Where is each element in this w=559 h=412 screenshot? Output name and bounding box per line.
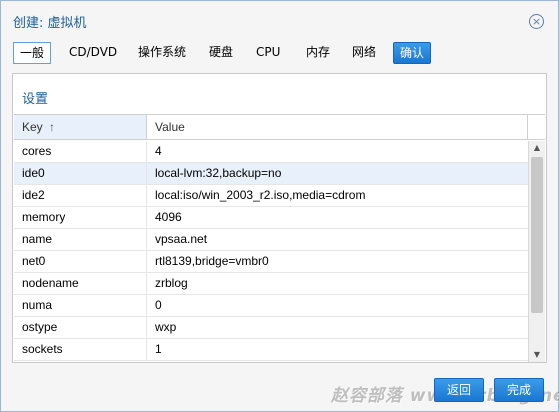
tab-memory[interactable]: 内存 <box>300 42 336 64</box>
row-key: numa <box>14 295 147 316</box>
back-button[interactable]: 返回 <box>434 378 484 402</box>
close-icon[interactable]: × <box>529 14 544 29</box>
column-header-value-label: Value <box>155 120 185 134</box>
settings-panel: 设置 Key ↑ Value cores 4 ide0 local-lvm:32… <box>12 73 547 363</box>
vertical-scrollbar[interactable]: ▲ ▼ <box>528 141 545 362</box>
tab-confirm[interactable]: 确认 <box>393 42 432 64</box>
table-row[interactable]: ide0 local-lvm:32,backup=no <box>14 163 528 185</box>
tab-hard-disk[interactable]: 硬盘 <box>203 42 239 64</box>
row-key: sockets <box>14 339 147 360</box>
grid-header: Key ↑ Value <box>14 115 545 140</box>
row-value: zrblog <box>155 276 188 290</box>
create-vm-dialog: 创建: 虚拟机 × 一般 CD/DVD 操作系统 硬盘 CPU 内存 网络 确认… <box>0 0 559 412</box>
panel-title: 设置 <box>22 92 49 107</box>
row-key: memory <box>14 207 147 228</box>
tab-cpu[interactable]: CPU <box>250 42 286 64</box>
row-value: rtl8139,bridge=vmbr0 <box>155 254 269 268</box>
row-key: cores <box>14 141 147 162</box>
table-row[interactable]: ostype wxp <box>14 317 528 339</box>
sort-ascending-icon: ↑ <box>49 120 56 134</box>
row-value: 1 <box>155 342 162 356</box>
row-value: vpsaa.net <box>155 232 208 246</box>
table-row[interactable]: net0 rtl8139,bridge=vmbr0 <box>14 251 528 273</box>
dialog-title: 创建: 虚拟机 <box>13 16 87 31</box>
row-value: 0 <box>155 298 162 312</box>
grid-body: cores 4 ide0 local-lvm:32,backup=no ide2… <box>14 141 528 362</box>
scrollbar-thumb[interactable] <box>531 157 543 313</box>
tab-os[interactable]: 操作系统 <box>132 42 192 64</box>
settings-grid: Key ↑ Value cores 4 ide0 local-lvm:32,ba… <box>14 114 545 362</box>
table-row[interactable]: ide2 local:iso/win_2003_r2.iso,media=cdr… <box>14 185 528 207</box>
tab-general[interactable]: 一般 <box>13 42 52 64</box>
row-key: ide2 <box>14 185 147 206</box>
table-row[interactable]: numa 0 <box>14 295 528 317</box>
row-key: nodename <box>14 273 147 294</box>
header-spacer <box>527 115 545 139</box>
row-value: local-lvm:32,backup=no <box>155 166 282 180</box>
dialog-titlebar: 创建: 虚拟机 × <box>1 1 558 39</box>
finish-button[interactable]: 完成 <box>494 378 544 402</box>
table-row[interactable]: memory 4096 <box>14 207 528 229</box>
column-header-key-label: Key <box>22 120 43 134</box>
table-row[interactable]: sockets 1 <box>14 339 528 361</box>
scroll-down-icon[interactable]: ▼ <box>529 348 545 362</box>
scroll-up-icon[interactable]: ▲ <box>529 141 545 155</box>
tab-network[interactable]: 网络 <box>346 42 382 64</box>
row-value: 4 <box>155 144 162 158</box>
row-key: name <box>14 229 147 250</box>
row-key: ostype <box>14 317 147 338</box>
column-header-value[interactable]: Value <box>147 115 527 139</box>
row-value: wxp <box>155 320 177 334</box>
column-header-key[interactable]: Key ↑ <box>14 115 147 139</box>
row-value: local:iso/win_2003_r2.iso,media=cdrom <box>155 188 366 202</box>
row-value: 4096 <box>155 210 182 224</box>
table-row[interactable]: name vpsaa.net <box>14 229 528 251</box>
row-key: ide0 <box>14 163 147 184</box>
table-row[interactable]: nodename zrblog <box>14 273 528 295</box>
row-key: net0 <box>14 251 147 272</box>
tab-cd-dvd[interactable]: CD/DVD <box>63 42 123 64</box>
table-row[interactable]: cores 4 <box>14 141 528 163</box>
